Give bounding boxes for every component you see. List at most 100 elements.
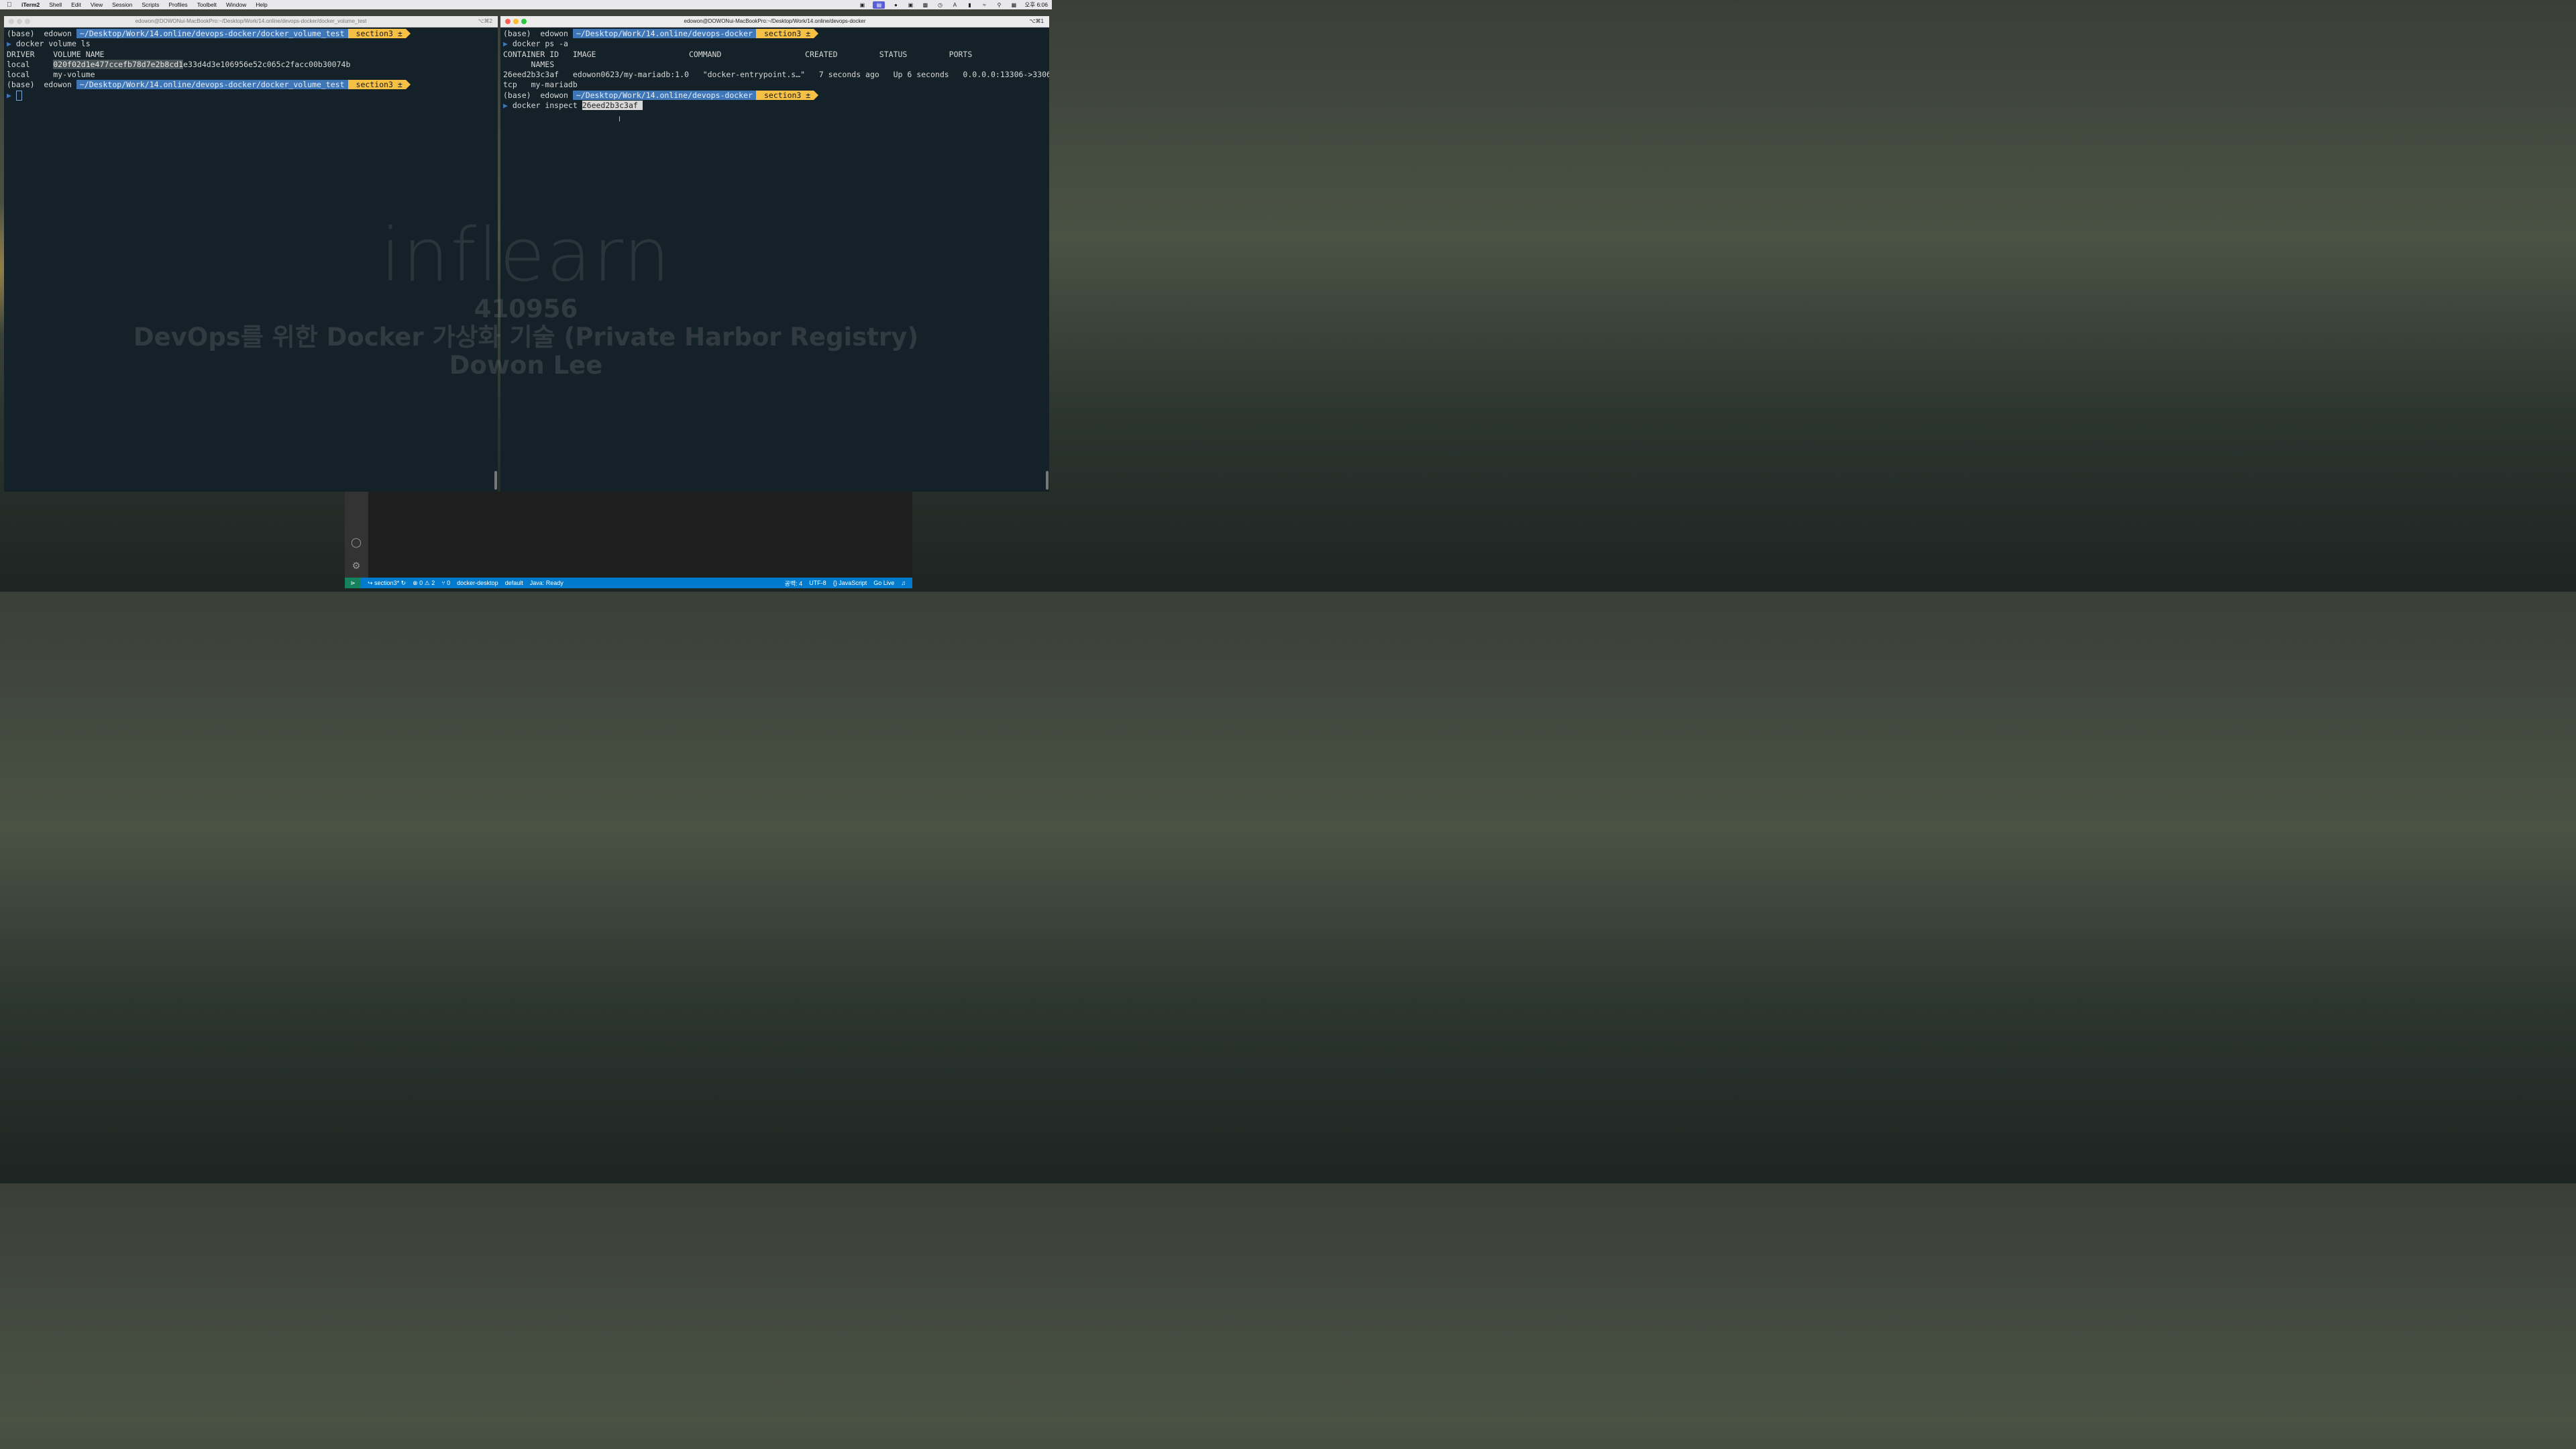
prompt-git-branch: section3 ± <box>755 29 814 38</box>
menu-help[interactable]: Help <box>256 1 267 8</box>
text-cursor <box>15 90 22 101</box>
command-text: docker ps -a <box>512 39 568 49</box>
prompt-line: (base) edowon ~/Desktop/Work/14.online/d… <box>7 29 498 39</box>
screen-share-icon[interactable]: ▤ <box>873 1 885 9</box>
prompt-user: (base) edowon <box>7 80 76 90</box>
zoom-button[interactable] <box>25 19 30 24</box>
output-row: tcp my-mariadb <box>503 80 578 90</box>
menu-session[interactable]: Session <box>112 1 132 8</box>
activity-bar: ◯ ⚙ <box>345 492 368 578</box>
go-live-button[interactable]: Go Live <box>873 580 894 586</box>
menu-view[interactable]: View <box>91 1 103 8</box>
display-icon[interactable]: ▩ <box>921 2 929 8</box>
command-line: ▶ docker ps -a <box>503 39 1049 49</box>
prompt-git-branch: section3 ± <box>755 90 814 100</box>
k8s-namespace-status[interactable]: default <box>505 580 523 586</box>
prompt-line: (base) edowon ~/Desktop/Work/14.online/d… <box>503 90 1049 101</box>
prompt-caret-icon: ▶ <box>503 101 508 111</box>
prompt-git-branch: section3 ± <box>347 80 406 90</box>
control-center-icon[interactable]: ▦ <box>1010 2 1018 8</box>
language-mode-status[interactable]: {} JavaScript <box>833 580 867 586</box>
prompt-line: (base) edowon ~/Desktop/Work/14.online/d… <box>503 29 1049 39</box>
terminal-window-left[interactable]: edowon@DOWONui-MacBookPro:~/Desktop/Work… <box>4 16 498 492</box>
prompt-path: ~/Desktop/Work/14.online/devops-docker <box>572 29 756 38</box>
volume-driver: local <box>7 59 54 69</box>
status-bar: ⋗ ↪ section3* ↻ ⊗ 0 ⚠ 2 ⑂ 0 docker-deskt… <box>345 578 912 588</box>
menu-toolbelt[interactable]: Toolbelt <box>197 1 217 8</box>
docker-status-icon[interactable]: ▣ <box>858 2 866 8</box>
macos-menubar:  iTerm2 Shell Edit View Session Scripts… <box>0 0 1052 9</box>
window-controls <box>9 19 30 24</box>
command-line: ▶ <box>7 90 498 101</box>
docker-context-status[interactable]: docker-desktop <box>457 580 498 586</box>
prompt-path: ~/Desktop/Work/14.online/devops-docker/d… <box>76 29 348 38</box>
apple-menu-icon[interactable]:  <box>7 1 17 9</box>
close-button[interactable] <box>505 19 511 24</box>
prompt-path: ~/Desktop/Work/14.online/devops-docker/d… <box>76 80 348 90</box>
command-text: docker volume ls <box>15 39 91 49</box>
minimize-button[interactable] <box>17 19 22 24</box>
terminal-window-right[interactable]: edowon@DOWONui-MacBookPro:~/Desktop/Work… <box>500 16 1049 492</box>
output-header: NAMES <box>503 59 555 69</box>
output-row: local 020f02d1e477ccefb78d7e2b8cd1e33d4d… <box>7 59 498 70</box>
prompt-user: (base) edowon <box>7 29 76 38</box>
menubar-clock[interactable]: 오후 6:06 <box>1024 1 1048 9</box>
window-shortcut: ⌥⌘2 <box>478 18 492 24</box>
remote-indicator-icon[interactable]: ⋗ <box>345 578 361 588</box>
window-titlebar[interactable]: edowon@DOWONui-MacBookPro:~/Desktop/Work… <box>4 16 498 28</box>
prompt-git-branch: section3 ± <box>347 29 406 38</box>
prompt-caret-icon: ▶ <box>7 39 11 49</box>
account-icon[interactable]: ◯ <box>350 536 362 548</box>
bell-icon[interactable]: ♫ <box>901 580 906 586</box>
output-row: local my-volume <box>7 70 95 80</box>
scrollbar[interactable] <box>1046 471 1049 490</box>
input-source-icon[interactable]: A <box>951 2 959 8</box>
terminal-output[interactable]: (base) edowon ~/Desktop/Work/14.online/d… <box>4 28 498 492</box>
indentation-status[interactable]: 공백: 4 <box>785 579 803 588</box>
java-status[interactable]: Java: Ready <box>530 580 564 586</box>
git-branch-status[interactable]: ↪ section3* ↻ <box>368 580 406 587</box>
branch-name: section3* <box>374 579 400 586</box>
command-line: ▶ docker inspect 26eed2b3c3af <box>503 101 1049 111</box>
selected-container-id[interactable]: 26eed2b3c3af <box>582 101 643 111</box>
prompt-caret-icon: ▶ <box>7 90 11 100</box>
scrollbar[interactable] <box>494 471 497 490</box>
output-header: DRIVER VOLUME NAME <box>7 49 105 59</box>
ports-status[interactable]: ⑂ 0 <box>441 580 450 586</box>
problems-status[interactable]: ⊗ 0 ⚠ 2 <box>413 580 435 587</box>
battery-icon[interactable]: ▮ <box>965 2 973 8</box>
vscode-window: ◯ ⚙ ⋗ ↪ section3* ↻ ⊗ 0 ⚠ 2 ⑂ 0 docker-d… <box>345 492 912 588</box>
minimize-button[interactable] <box>513 19 519 24</box>
output-row: 26eed2b3c3af edowon0623/my-mariadb:1.0 "… <box>503 70 1049 80</box>
window-titlebar[interactable]: edowon@DOWONui-MacBookPro:~/Desktop/Work… <box>500 16 1049 28</box>
window-title: edowon@DOWONui-MacBookPro:~/Desktop/Work… <box>135 18 367 24</box>
volume-id-rest: e33d4d3e106956e52c065c2facc00b30074b <box>183 59 351 69</box>
ibeam-cursor-icon: I <box>619 115 621 123</box>
gear-icon[interactable]: ⚙ <box>350 559 362 572</box>
spotlight-search-icon[interactable]: ⚲ <box>995 2 1003 8</box>
menu-shell[interactable]: Shell <box>49 1 62 8</box>
menu-app-name[interactable]: iTerm2 <box>21 1 40 8</box>
time-machine-icon[interactable]: ◷ <box>936 2 944 8</box>
prompt-caret-icon: ▶ <box>503 39 508 49</box>
chat-icon[interactable]: ● <box>892 2 900 8</box>
zoom-button[interactable] <box>521 19 527 24</box>
prompt-line: (base) edowon ~/Desktop/Work/14.online/d… <box>7 80 498 90</box>
prompt-path: ~/Desktop/Work/14.online/devops-docker <box>572 90 756 100</box>
menu-window[interactable]: Window <box>226 1 246 8</box>
prompt-user: (base) edowon <box>503 29 573 38</box>
output-header: CONTAINER ID IMAGE COMMAND CREATED STATU… <box>503 49 973 59</box>
window-controls <box>505 19 527 24</box>
window-title: edowon@DOWONui-MacBookPro:~/Desktop/Work… <box>684 18 866 24</box>
terminal-output[interactable]: (base) edowon ~/Desktop/Work/14.online/d… <box>500 28 1049 492</box>
selected-volume-id[interactable]: 020f02d1e477ccefb78d7e2b8cd1 <box>53 59 184 69</box>
menu-profiles[interactable]: Profiles <box>168 1 187 8</box>
close-button[interactable] <box>9 19 14 24</box>
menu-edit[interactable]: Edit <box>71 1 81 8</box>
camera-icon[interactable]: ▣ <box>906 2 914 8</box>
menu-scripts[interactable]: Scripts <box>142 1 159 8</box>
command-text: docker inspect <box>512 101 582 111</box>
prompt-user: (base) edowon <box>503 90 573 100</box>
encoding-status[interactable]: UTF-8 <box>809 580 826 586</box>
wifi-icon[interactable]: ≈ <box>980 2 988 8</box>
